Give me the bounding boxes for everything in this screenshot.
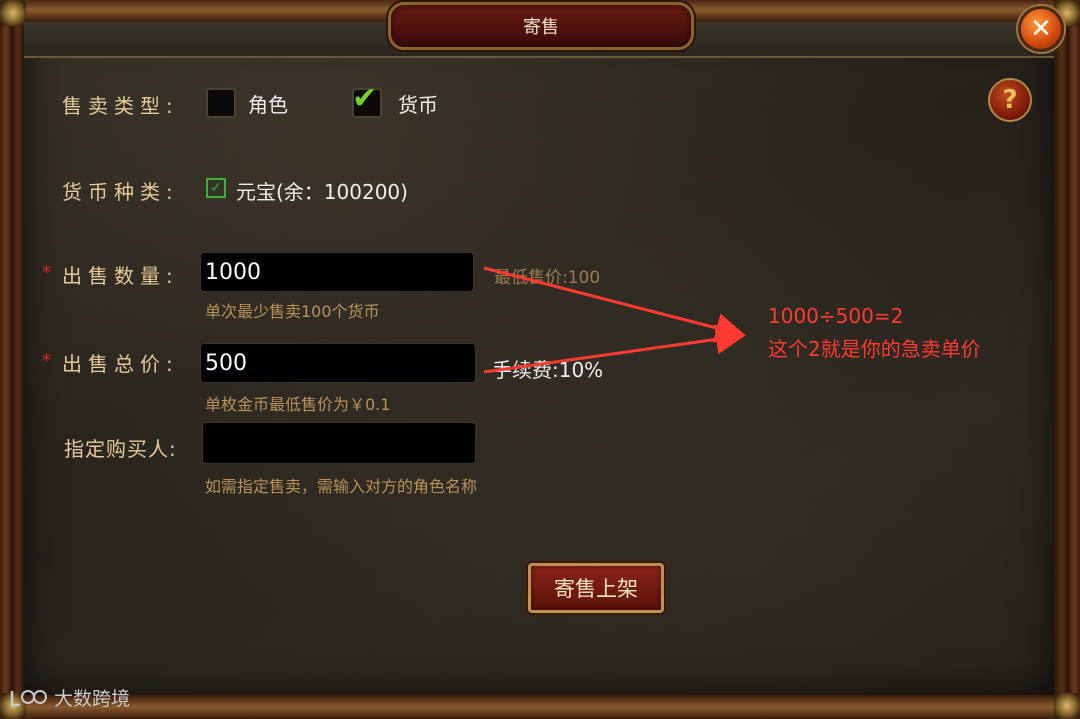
watermark-text: 大数跨境 — [54, 688, 131, 710]
watermark: 大数跨境 — [8, 684, 130, 711]
annotation-formula: 1000÷500=2 — [768, 304, 904, 328]
annotation-note: 这个2就是你的急卖单价 — [768, 337, 981, 361]
watermark-logo-icon — [10, 689, 47, 706]
annotation-arrow-price — [483, 324, 746, 374]
annotation-arrow-quantity — [483, 266, 746, 343]
